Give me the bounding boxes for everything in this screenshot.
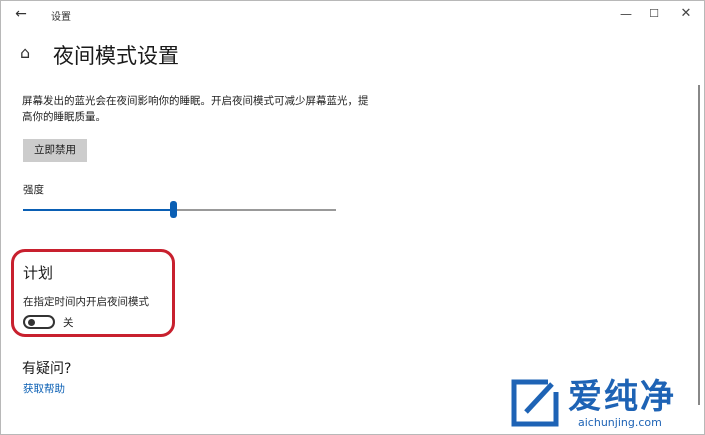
watermark: 爱纯净 aichunjing.com bbox=[508, 378, 703, 433]
slider-track-filled bbox=[23, 209, 173, 211]
home-icon[interactable]: ⌂ bbox=[20, 44, 38, 62]
toggle-state-label: 关 bbox=[63, 317, 74, 329]
title-bar: ← 设置 — ☐ ✕ bbox=[1, 1, 704, 29]
minimize-icon[interactable]: — bbox=[614, 5, 638, 23]
window-title: 设置 bbox=[51, 12, 71, 23]
get-help-link[interactable]: 获取帮助 bbox=[23, 381, 65, 396]
back-arrow-icon[interactable]: ← bbox=[11, 5, 31, 23]
night-mode-schedule-toggle[interactable] bbox=[23, 315, 55, 329]
slider-thumb[interactable] bbox=[170, 201, 177, 218]
watermark-logo-icon bbox=[511, 379, 559, 427]
disable-now-button[interactable]: 立即禁用 bbox=[23, 139, 87, 162]
watermark-url: aichunjing.com bbox=[578, 416, 662, 429]
schedule-toggle-description: 在指定时间内开启夜间模式 bbox=[23, 296, 149, 308]
close-icon[interactable]: ✕ bbox=[674, 5, 698, 23]
help-heading: 有疑问? bbox=[22, 361, 72, 377]
toggle-knob bbox=[28, 319, 35, 326]
settings-window: ← 设置 — ☐ ✕ ⌂ 夜间模式设置 屏幕发出的蓝光会在夜间影响你的睡眠。开启… bbox=[0, 0, 705, 435]
strength-label: 强度 bbox=[23, 184, 44, 196]
watermark-text: 爱纯净 bbox=[568, 377, 676, 417]
maximize-icon[interactable]: ☐ bbox=[642, 5, 666, 23]
slider-track-empty bbox=[173, 209, 336, 211]
scrollbar[interactable] bbox=[698, 85, 700, 405]
page-description: 屏幕发出的蓝光会在夜间影响你的睡眠。开启夜间模式可减少屏幕蓝光，提高你的睡眠质量… bbox=[22, 95, 369, 123]
schedule-heading: 计划 bbox=[23, 264, 54, 282]
page-title: 夜间模式设置 bbox=[53, 44, 179, 68]
strength-slider[interactable] bbox=[23, 200, 336, 220]
